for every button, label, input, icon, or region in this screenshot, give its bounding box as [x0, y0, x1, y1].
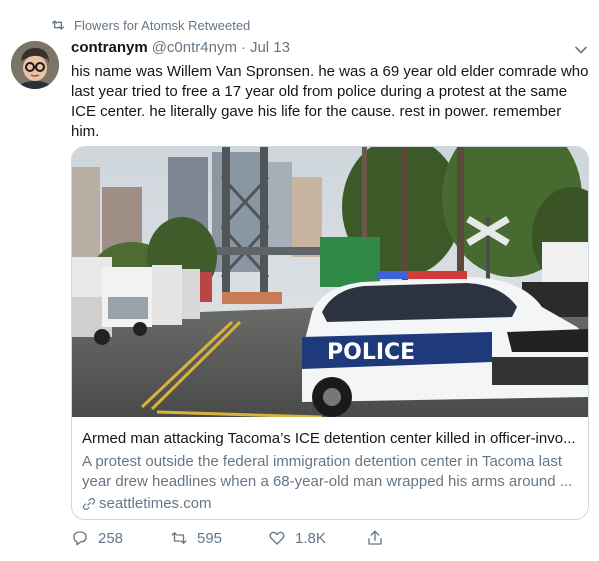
reply-button[interactable]: 258 — [71, 529, 123, 547]
display-name[interactable]: contranym — [71, 39, 148, 56]
chevron-down-icon — [575, 46, 587, 54]
retweet-context-label: Flowers for Atomsk Retweeted — [74, 17, 251, 33]
police-text: POLICE — [327, 340, 415, 365]
retweet-icon — [52, 20, 64, 30]
link-icon — [82, 497, 96, 511]
tweet-menu-button[interactable] — [571, 40, 591, 60]
card-title[interactable]: Armed man attacking Tacoma’s ICE detenti… — [82, 429, 582, 449]
retweet-context[interactable]: Flowers for Atomsk Retweeted — [50, 16, 250, 34]
retweet-icon — [171, 532, 187, 544]
share-button[interactable] — [366, 529, 393, 547]
user-handle[interactable]: @c0ntr4nym — [152, 39, 237, 56]
heart-icon — [269, 531, 285, 545]
card-domain-label: seattletimes.com — [99, 495, 212, 512]
like-count: 1.8K — [295, 529, 326, 547]
card-domain[interactable]: seattletimes.com — [82, 494, 582, 514]
retweet-count: 595 — [197, 529, 223, 547]
like-button[interactable]: 1.8K — [268, 529, 326, 547]
card-body: Armed man attacking Tacoma’s ICE detenti… — [82, 429, 582, 514]
tweet-actions: 258 595 1.8K — [71, 529, 511, 551]
tweet-date[interactable]: Jul 13 — [250, 39, 290, 56]
card-image: POLICE — [72, 147, 588, 417]
tweet-text: his name was Willem Van Spronsen. he was… — [71, 63, 589, 140]
link-card[interactable]: POLICE Armed man attacking Tacoma’s ICE … — [71, 146, 589, 520]
tweet-header: contranym @c0ntr4nym · Jul 13 — [71, 39, 591, 59]
share-icon — [368, 530, 382, 545]
reply-icon — [73, 531, 87, 546]
reply-count: 258 — [98, 529, 124, 547]
card-description: A protest outside the federal immigratio… — [82, 453, 573, 490]
separator-dot: · — [240, 39, 246, 56]
retweet-button[interactable]: 595 — [170, 529, 222, 547]
avatar-image — [11, 41, 59, 89]
avatar[interactable] — [11, 41, 59, 89]
